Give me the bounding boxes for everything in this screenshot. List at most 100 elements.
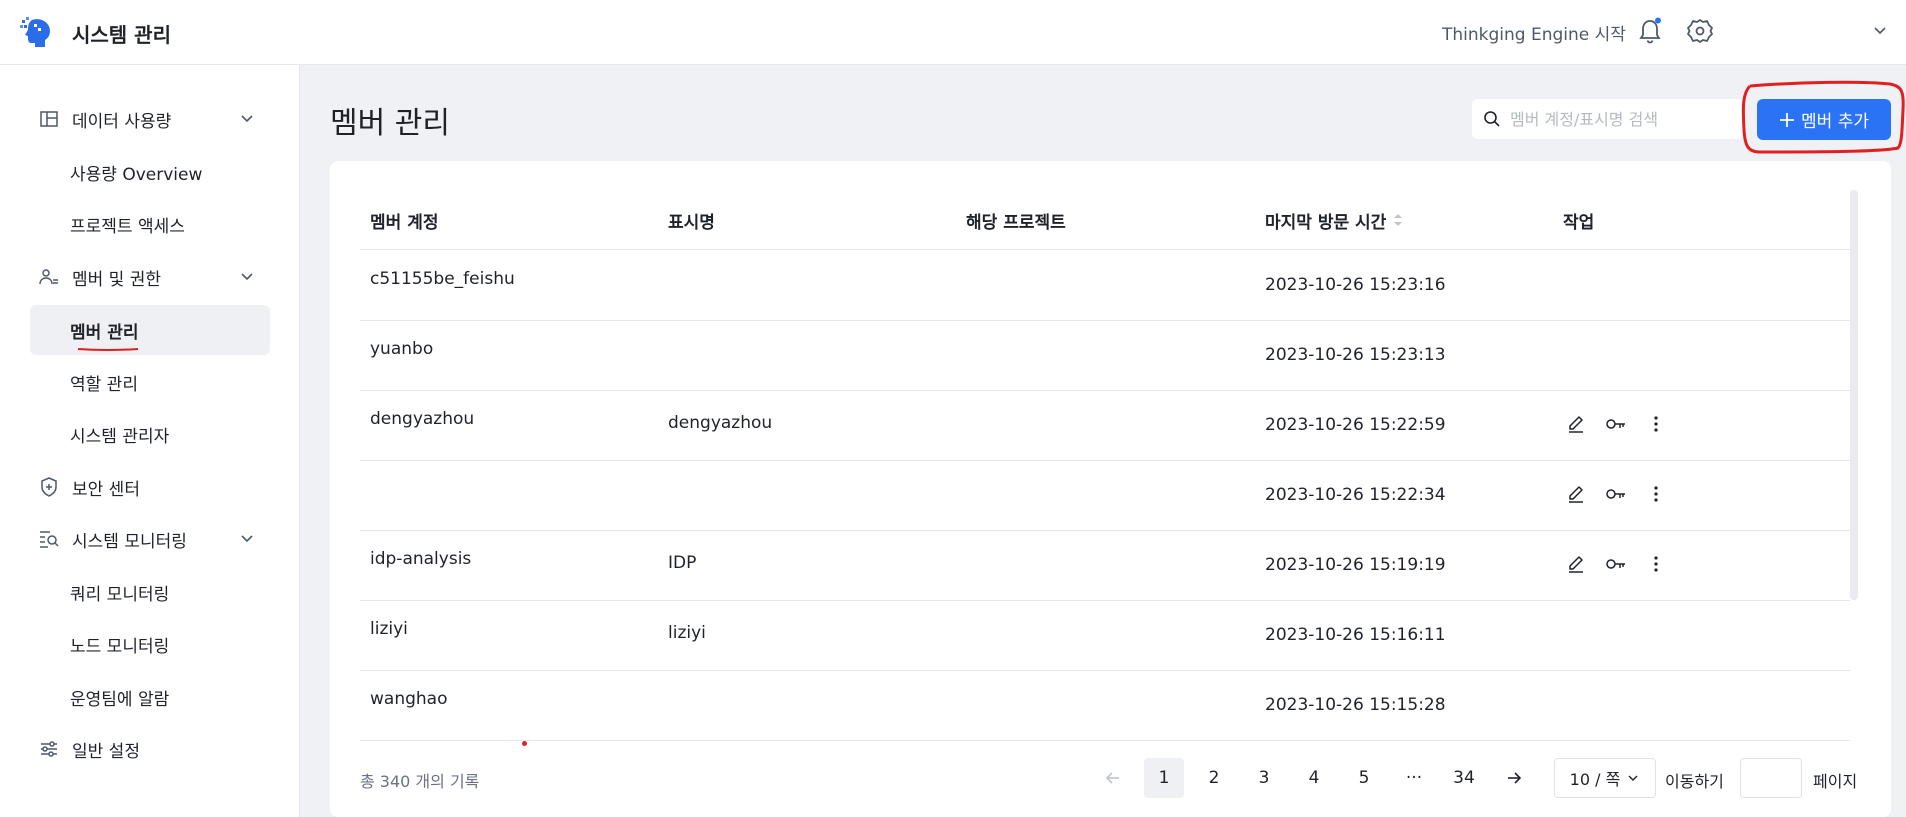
arrow-left-icon <box>1105 772 1119 784</box>
engine-start-link[interactable]: Thinkging Engine 시작 <box>1442 20 1626 45</box>
column-header-account: 멤버 계정 <box>370 213 439 233</box>
page-suffix-label: 페이지 <box>1813 772 1858 791</box>
brain-logo-icon <box>20 17 50 47</box>
prev-page-button[interactable] <box>1093 758 1133 798</box>
sidebar-item-role-management[interactable]: 역할 관리 <box>30 357 270 407</box>
last-visit-cell: 2023-10-26 15:22:59 <box>1265 415 1446 435</box>
last-visit-cell: 2023-10-26 15:15:28 <box>1265 695 1446 715</box>
sidebar-item-label: 멤버 관리 <box>70 322 139 343</box>
table-row[interactable]: dengyazhou dengyazhou 2023-10-26 15:22:59 <box>360 391 1850 461</box>
row-actions <box>1565 413 1667 435</box>
table-row[interactable]: 2023-10-26 15:22:34 <box>360 461 1850 531</box>
sidebar-item-label: 역할 관리 <box>70 374 138 395</box>
table-row[interactable]: yuanbo 2023-10-26 15:23:13 <box>360 321 1850 391</box>
chevron-down-icon <box>241 115 253 123</box>
sidebar-item-label: 보안 센터 <box>72 479 140 500</box>
sliders-icon <box>41 741 57 757</box>
member-account-cell: liziyi <box>370 619 408 639</box>
last-visit-cell: 2023-10-26 15:23:13 <box>1265 345 1446 365</box>
sidebar-item-ops-alarm[interactable]: 운영팀에 알람 <box>30 672 270 722</box>
sidebar-item-label: 멤버 및 권한 <box>72 269 162 290</box>
annotation-dot <box>522 741 527 746</box>
chevron-down-icon[interactable] <box>1870 20 1890 40</box>
table-scrollbar[interactable] <box>1850 190 1858 600</box>
sidebar-item-label: 시스템 관리자 <box>70 426 170 447</box>
member-account-cell: yuanbo <box>370 339 434 359</box>
sort-icon[interactable] <box>1392 211 1404 229</box>
table-header: 멤버 계정 표시명 해당 프로젝트 마지막 방문 시간 작업 <box>360 190 1850 250</box>
sidebar-item-security-center[interactable]: 보안 센터 <box>30 462 270 512</box>
page-button-2[interactable]: 2 <box>1194 758 1234 798</box>
display-name-cell: liziyi <box>668 623 706 643</box>
sidebar-item-members-permissions[interactable]: 멤버 및 권한 <box>30 252 270 302</box>
page-size-value: 10 / 쪽 <box>1569 770 1621 789</box>
member-account-cell: dengyazhou <box>370 409 475 429</box>
sidebar-item-label: 시스템 모니터링 <box>72 531 187 552</box>
more-vertical-icon[interactable] <box>1645 413 1667 435</box>
page-ellipsis[interactable]: ··· <box>1394 758 1434 798</box>
sidebar-item-label: 데이터 사용량 <box>72 111 172 132</box>
page-title: 멤버 관리 <box>330 106 450 141</box>
search-input[interactable] <box>1510 109 1730 129</box>
member-search[interactable] <box>1472 99 1744 139</box>
page-button-34[interactable]: 34 <box>1444 758 1484 798</box>
column-header-last-visit[interactable]: 마지막 방문 시간 <box>1265 208 1386 233</box>
panel-layout-icon <box>40 111 58 127</box>
sidebar-item-general-settings[interactable]: 일반 설정 <box>30 724 270 774</box>
search-icon <box>1484 111 1500 127</box>
bell-icon[interactable] <box>1635 16 1665 46</box>
shield-icon <box>41 477 57 497</box>
monitor-search-icon <box>40 531 59 548</box>
sidebar-item-system-admin[interactable]: 시스템 관리자 <box>30 409 270 459</box>
annotation-circle <box>1741 80 1905 154</box>
last-visit-cell: 2023-10-26 15:23:16 <box>1265 275 1446 295</box>
top-bar: 시스템 관리 Thinkging Engine 시작 <box>0 0 1906 65</box>
edit-icon[interactable] <box>1565 553 1587 575</box>
table-row[interactable]: idp-analysis IDP 2023-10-26 15:19:19 <box>360 531 1850 601</box>
edit-icon[interactable] <box>1565 483 1587 505</box>
last-visit-cell: 2023-10-26 15:22:34 <box>1265 485 1446 505</box>
chevron-down-icon <box>1628 775 1638 781</box>
page-size-select[interactable]: 10 / 쪽 <box>1554 758 1656 798</box>
next-page-button[interactable] <box>1494 758 1534 798</box>
member-account-cell: idp-analysis <box>370 549 472 569</box>
page-button-5[interactable]: 5 <box>1344 758 1384 798</box>
total-records: 총 340 개의 기록 <box>360 772 480 791</box>
sidebar-item-system-monitoring[interactable]: 시스템 모니터링 <box>30 514 270 564</box>
table-row[interactable]: wanghao 2023-10-26 15:15:28 <box>360 671 1850 741</box>
key-icon[interactable] <box>1605 483 1627 505</box>
app-title: 시스템 관리 <box>72 23 171 47</box>
sidebar-item-data-usage[interactable]: 데이터 사용량 <box>30 94 270 144</box>
display-name-cell: IDP <box>668 553 697 573</box>
last-visit-cell: 2023-10-26 15:19:19 <box>1265 555 1446 575</box>
key-icon[interactable] <box>1605 413 1627 435</box>
sidebar-item-query-monitoring[interactable]: 쿼리 모니터링 <box>30 567 270 617</box>
table-row[interactable]: c51155be_feishu 2023-10-26 15:23:16 <box>360 251 1850 321</box>
sidebar-item-label: 노드 모니터링 <box>70 636 170 657</box>
page-button-3[interactable]: 3 <box>1244 758 1284 798</box>
more-vertical-icon[interactable] <box>1645 553 1667 575</box>
sidebar-item-label: 프로젝트 액세스 <box>70 216 185 237</box>
member-account-cell: wanghao <box>370 689 448 709</box>
page-button-1[interactable]: 1 <box>1144 758 1184 798</box>
sidebar-item-usage-overview[interactable]: 사용량 Overview <box>30 147 270 197</box>
key-icon[interactable] <box>1605 553 1627 575</box>
edit-icon[interactable] <box>1565 413 1587 435</box>
goto-page-input[interactable] <box>1740 758 1802 798</box>
member-account-cell: c51155be_feishu <box>370 269 515 289</box>
table-row[interactable]: liziyi liziyi 2023-10-26 15:16:11 <box>360 601 1850 671</box>
sidebar-item-project-access[interactable]: 프로젝트 액세스 <box>30 199 270 249</box>
row-actions <box>1565 483 1667 505</box>
sidebar-item-label: 사용량 Overview <box>70 164 203 185</box>
users-icon <box>39 269 58 285</box>
chevron-down-icon <box>241 535 253 543</box>
column-header-actions: 작업 <box>1563 213 1595 233</box>
sidebar-item-label: 일반 설정 <box>72 741 140 762</box>
sidebar-item-node-monitoring[interactable]: 노드 모니터링 <box>30 619 270 669</box>
last-visit-cell: 2023-10-26 15:16:11 <box>1265 625 1446 645</box>
gear-icon[interactable] <box>1685 16 1715 46</box>
column-header-display-name: 표시명 <box>668 213 715 233</box>
page-button-4[interactable]: 4 <box>1294 758 1334 798</box>
more-vertical-icon[interactable] <box>1645 483 1667 505</box>
goto-label: 이동하기 <box>1665 772 1724 791</box>
